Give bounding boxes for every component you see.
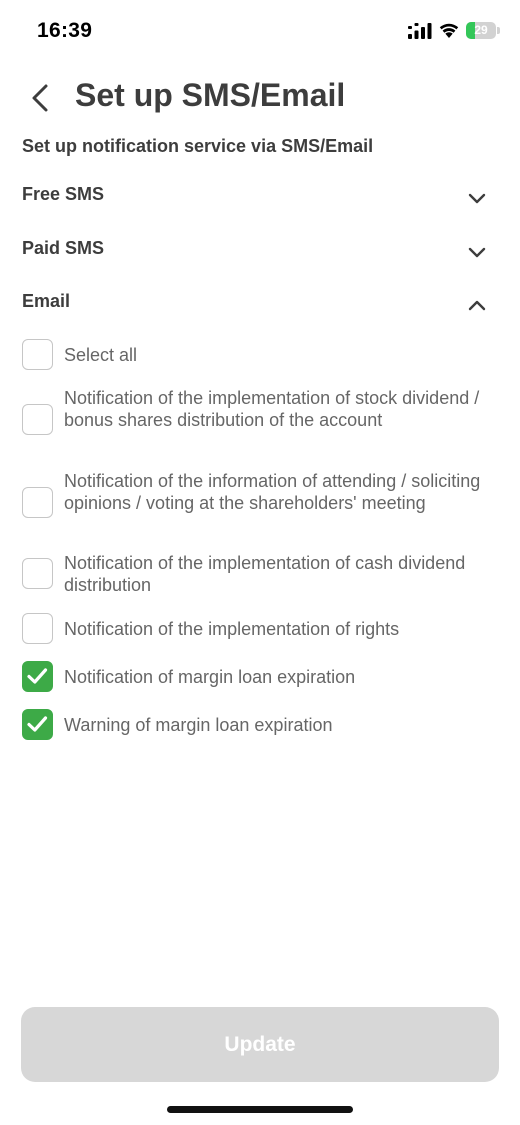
email-option-row[interactable]: Notification of the implementation of st… <box>0 386 520 454</box>
email-option-row[interactable]: Notification of the implementation of ri… <box>0 612 520 646</box>
back-button[interactable] <box>22 78 58 118</box>
chevron-left-icon <box>32 84 48 112</box>
chevron-down-icon <box>468 193 486 204</box>
wifi-icon <box>439 23 459 38</box>
checkbox-label: Select all <box>64 345 138 365</box>
checkbox[interactable] <box>22 558 53 589</box>
checkbox-label: Notification of the implementation of ca… <box>64 553 466 595</box>
checkbox-label: Notification of the implementation of st… <box>64 388 480 430</box>
email-option-row[interactable]: Warning of margin loan expiration <box>0 708 520 742</box>
checkbox-label: Notification of the information of atten… <box>64 471 481 513</box>
page-title: Set up SMS/Email <box>75 77 346 113</box>
section-label: Email <box>22 291 71 311</box>
checkbox[interactable] <box>22 404 53 435</box>
email-option-row[interactable]: Notification of margin loan expiration <box>0 660 520 694</box>
chevron-down-icon <box>468 247 486 258</box>
select-all-row[interactable]: Select all <box>0 338 520 372</box>
checkbox-label: Notification of the implementation of ri… <box>64 619 400 639</box>
checkbox-label: Warning of margin loan expiration <box>64 715 333 735</box>
chevron-up-icon <box>468 300 486 311</box>
section-paid-sms[interactable]: Paid SMS <box>0 230 520 270</box>
checkbox[interactable] <box>22 661 53 692</box>
checkbox-label: Notification of margin loan expiration <box>64 667 356 687</box>
cellular-signal-icon <box>408 23 432 39</box>
checkmark-icon <box>27 668 48 684</box>
checkbox[interactable] <box>22 487 53 518</box>
home-indicator <box>167 1106 353 1113</box>
section-email[interactable]: Email <box>0 283 520 323</box>
checkbox[interactable] <box>22 709 53 740</box>
update-button[interactable]: Update <box>21 1007 499 1082</box>
checkmark-icon <box>27 716 48 732</box>
battery-indicator: 29 <box>466 22 500 39</box>
page-subtitle: Set up notification service via SMS/Emai… <box>22 136 374 156</box>
email-option-row[interactable]: Notification of the information of atten… <box>0 469 520 537</box>
section-label: Free SMS <box>22 184 105 204</box>
status-time: 16:39 <box>37 19 93 42</box>
checkbox[interactable] <box>22 613 53 644</box>
section-label: Paid SMS <box>22 238 105 258</box>
checkbox[interactable] <box>22 339 53 370</box>
status-bar: 16:39 29 <box>0 0 520 60</box>
battery-percent: 29 <box>474 23 488 37</box>
section-free-sms[interactable]: Free SMS <box>0 176 520 216</box>
email-option-row[interactable]: Notification of the implementation of ca… <box>0 551 520 597</box>
